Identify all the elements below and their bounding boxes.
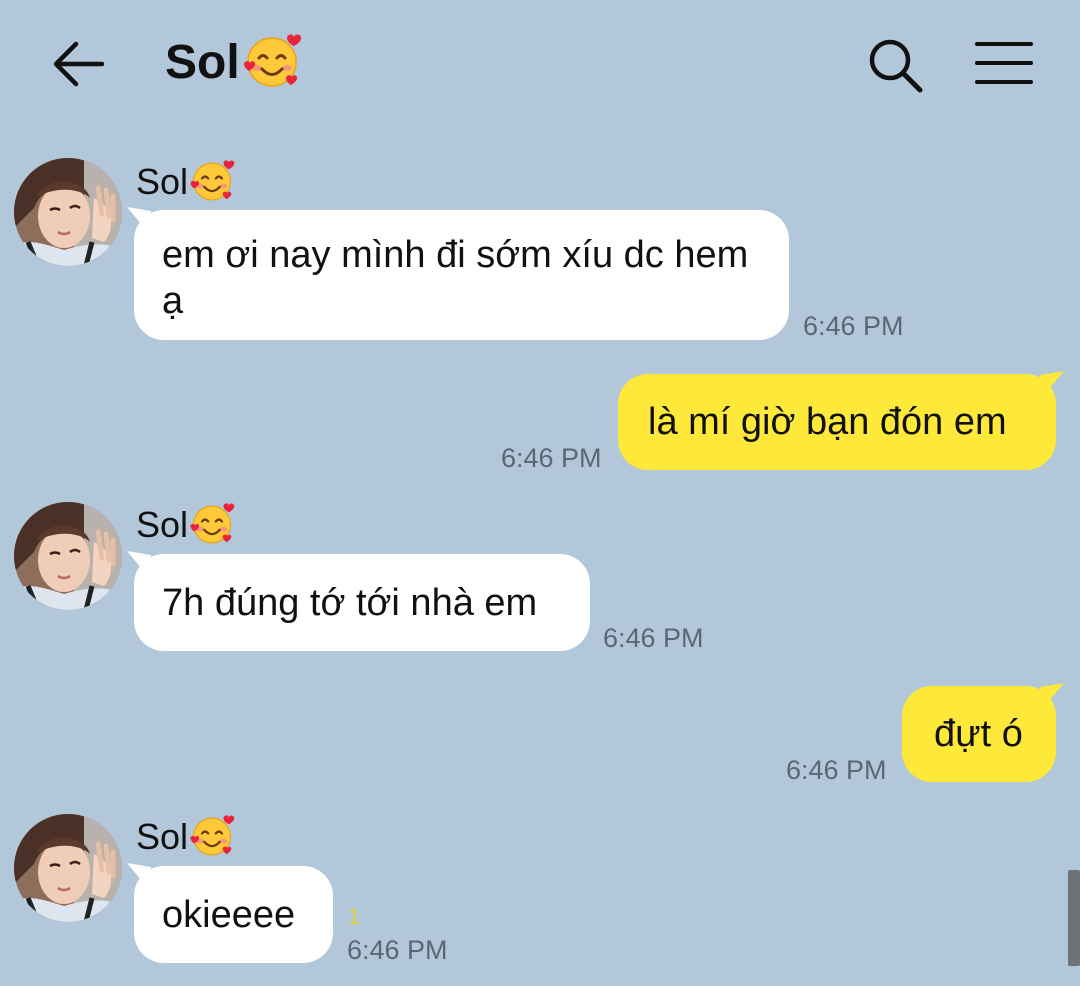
smiling-face-with-hearts-icon <box>189 157 235 203</box>
message-timestamp: 6:46 PM <box>786 755 887 785</box>
scrollbar-thumb[interactable] <box>1068 870 1080 966</box>
back-arrow-icon[interactable] <box>50 38 106 90</box>
chat-title-text: Sol <box>165 36 240 89</box>
message-timestamp: 6:46 PM <box>803 311 904 341</box>
message-text: là mí giờ bạn đón em <box>648 401 1007 443</box>
message-text: okieeee <box>162 894 296 936</box>
message-text: đựt ó <box>934 713 1023 755</box>
message-timestamp: 6:46 PM <box>603 623 704 653</box>
bubble-tail <box>1040 683 1064 707</box>
sender-name: Sol <box>136 160 235 204</box>
message-bubble-incoming[interactable]: okieeee <box>134 866 333 963</box>
message-bubble-outgoing[interactable]: đựt ó <box>902 686 1056 782</box>
smiling-face-with-hearts-icon <box>242 30 302 90</box>
message-bubble-incoming[interactable]: em ơi nay mình đi sớm xíu dc hem ạ <box>134 210 789 340</box>
message-bubble-incoming[interactable]: 7h đúng tớ tới nhà em <box>134 554 590 651</box>
sender-name-text: Sol <box>136 816 189 857</box>
message-text: em ơi nay mình đi sớm xíu dc hem ạ <box>162 234 749 322</box>
unread-count-badge: 1 <box>348 904 361 929</box>
message-bubble-outgoing[interactable]: là mí giờ bạn đón em <box>618 374 1056 470</box>
sender-avatar[interactable] <box>14 502 122 610</box>
hamburger-menu-icon[interactable] <box>974 40 1034 86</box>
sender-name-text: Sol <box>136 504 189 545</box>
message-text: 7h đúng tớ tới nhà em <box>162 582 538 624</box>
sender-name: Sol <box>136 815 235 859</box>
sender-name: Sol <box>136 503 235 547</box>
message-timestamp: 6:46 PM <box>501 443 602 473</box>
sender-avatar[interactable] <box>14 814 122 922</box>
chat-title: Sol <box>165 34 302 92</box>
search-icon[interactable] <box>866 36 924 94</box>
smiling-face-with-hearts-icon <box>189 500 235 546</box>
sender-avatar[interactable] <box>14 158 122 266</box>
bubble-tail <box>1040 371 1064 395</box>
smiling-face-with-hearts-icon <box>189 812 235 858</box>
sender-name-text: Sol <box>136 161 189 202</box>
message-timestamp: 6:46 PM <box>347 935 448 965</box>
